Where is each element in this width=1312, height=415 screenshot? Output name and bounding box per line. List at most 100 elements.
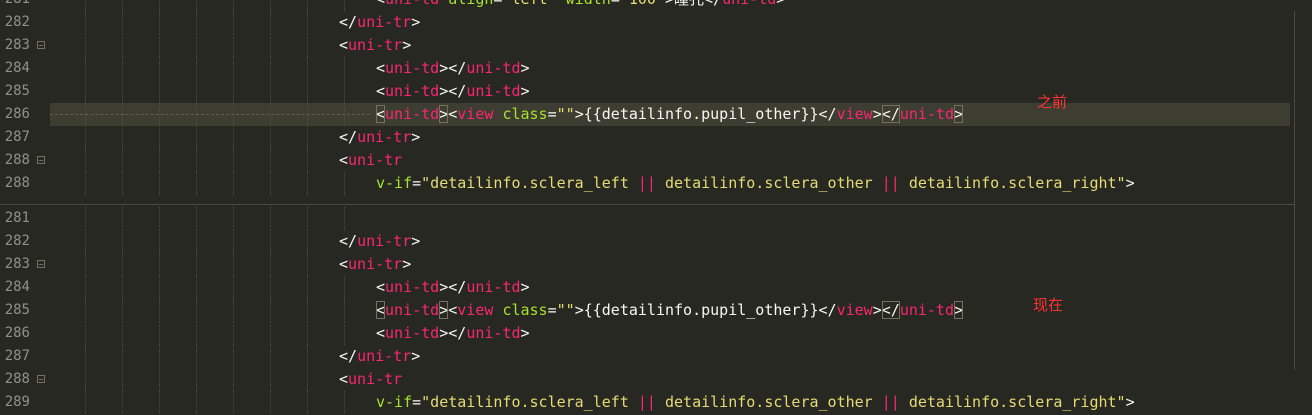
code-line[interactable]: 282 </uni-tr> <box>0 11 1295 34</box>
code-line[interactable]: 285 <uni-td><view class="">{{detailinfo.p… <box>0 299 1295 322</box>
indent-guide <box>270 391 271 414</box>
indent-guide <box>307 207 308 230</box>
indent-guide <box>270 345 271 368</box>
code-line[interactable]: 285 <uni-td></uni-td> <box>0 80 1295 103</box>
attribute-token: v-if <box>376 393 413 411</box>
punctuation-token: ></ <box>439 278 467 296</box>
code-line[interactable]: 288 <uni-tr <box>0 149 1295 172</box>
code-text[interactable]: <uni-td><view class="">{{detailinfo.pupi… <box>376 103 964 126</box>
code-line[interactable]: 286 <uni-td></uni-td> <box>0 322 1295 345</box>
code-line[interactable]: 283 <uni-tr> <box>0 253 1295 276</box>
code-text[interactable]: </uni-tr> <box>339 11 420 34</box>
indent-guide <box>270 368 271 391</box>
code-area: v-if="detailinfo.sclera_left || detailin… <box>50 391 1290 414</box>
code-area: <uni-td align="left" width="100">瞳孔</uni… <box>50 0 1290 11</box>
code-line[interactable]: 281 <uni-td align="left" width="100">瞳孔</… <box>0 0 1295 11</box>
indent-guide <box>122 11 123 34</box>
indent-guide <box>233 230 234 253</box>
indent-guide <box>122 368 123 391</box>
code-text[interactable]: <uni-tr <box>339 149 402 172</box>
indent-guide <box>233 345 234 368</box>
tag-name-token: view <box>836 105 873 123</box>
punctuation-token: </ <box>881 301 900 319</box>
indent-guide <box>270 126 271 149</box>
operator-token: || <box>637 393 656 411</box>
indent-guide <box>85 207 86 230</box>
punctuation-token: </ <box>339 128 358 146</box>
indent-guide <box>122 0 123 11</box>
code-text[interactable]: <uni-tr <box>339 368 402 391</box>
punctuation-token <box>557 0 566 8</box>
punctuation-token: < <box>339 36 349 54</box>
code-line[interactable]: 287 </uni-tr> <box>0 126 1295 149</box>
indent-guide <box>307 322 308 345</box>
indent-guide <box>233 80 234 103</box>
editor-panel-before[interactable]: 281 <uni-td align="left" width="100">瞳孔</… <box>0 0 1295 205</box>
code-text[interactable]: <uni-td></uni-td> <box>376 57 530 80</box>
indent-guide <box>196 322 197 345</box>
indent-guide <box>196 276 197 299</box>
code-line[interactable]: 284 <uni-td></uni-td> <box>0 276 1295 299</box>
code-text[interactable]: </uni-tr> <box>339 126 420 149</box>
indent-guide <box>196 172 197 195</box>
code-line[interactable]: 281 <box>0 207 1295 230</box>
indent-guide <box>159 34 160 57</box>
code-line[interactable]: 289 v-if="detailinfo.sclera_left || detai… <box>0 391 1295 414</box>
code-line[interactable]: 286 <uni-td><view class="">{{detailinfo.p… <box>0 103 1295 126</box>
indent-guide <box>344 322 345 345</box>
indent-guide <box>196 149 197 172</box>
tag-name-token: uni-td <box>385 324 440 342</box>
code-text[interactable]: <uni-td></uni-td> <box>376 80 530 103</box>
line-number: 284 <box>4 279 30 295</box>
indent-guide <box>233 126 234 149</box>
line-number: 284 <box>4 60 30 76</box>
code-text[interactable]: </uni-tr> <box>339 345 420 368</box>
code-line[interactable]: 282 </uni-tr> <box>0 230 1295 253</box>
indent-guide <box>307 11 308 34</box>
code-text[interactable]: <uni-td></uni-td> <box>376 322 530 345</box>
indent-guide <box>233 57 234 80</box>
tag-name-token: uni-td <box>385 278 440 296</box>
code-text[interactable]: <uni-tr> <box>339 253 411 276</box>
fold-toggle-icon[interactable] <box>37 260 45 268</box>
code-line[interactable]: 287 </uni-tr> <box>0 345 1295 368</box>
tag-name-token: uni-tr <box>348 151 403 169</box>
code-text[interactable]: <uni-td><view class="">{{detailinfo.pupi… <box>376 299 964 322</box>
fold-toggle-icon[interactable] <box>37 375 45 383</box>
code-text[interactable]: <uni-tr> <box>339 34 411 57</box>
tag-name-token: uni-tr <box>357 232 412 250</box>
code-line[interactable]: 288 v-if="detailinfo.sclera_left || detai… <box>0 172 1295 195</box>
fold-toggle-icon[interactable] <box>37 41 45 49</box>
line-number: 281 <box>0 0 30 11</box>
indent-guide <box>270 207 271 230</box>
fold-toggle-icon[interactable] <box>37 156 45 164</box>
code-text[interactable]: v-if="detailinfo.sclera_left || detailin… <box>376 172 1135 195</box>
indent-guide <box>85 126 86 149</box>
code-text[interactable]: </uni-tr> <box>339 230 420 253</box>
code-area: <uni-tr <box>50 368 1290 391</box>
indent-guide <box>159 391 160 414</box>
indent-guide <box>270 0 271 11</box>
editor-panel-after[interactable]: 281 282 </uni-tr> 283 <uni-tr> 284 <uni-td></u… <box>0 205 1295 415</box>
punctuation-token: = <box>412 174 422 192</box>
code-text[interactable]: <uni-td align="left" width="100">瞳孔</uni… <box>376 0 785 11</box>
punctuation-token: > <box>402 255 412 273</box>
tag-name-token: uni-td <box>466 59 521 77</box>
indent-guide <box>122 172 123 195</box>
indent-guide <box>196 80 197 103</box>
code-text[interactable]: <uni-td></uni-td> <box>376 276 530 299</box>
punctuation-token: >{{detailinfo.pupil_other}}</ <box>574 105 837 123</box>
indent-guide <box>196 391 197 414</box>
indent-guide <box>233 322 234 345</box>
indent-guide <box>233 34 234 57</box>
code-line[interactable]: 284 <uni-td></uni-td> <box>0 57 1295 80</box>
code-line[interactable]: 283 <uni-tr> <box>0 34 1295 57</box>
punctuation-token: > <box>954 105 964 123</box>
indent-guide <box>270 11 271 34</box>
punctuation-token: > <box>411 128 421 146</box>
code-text[interactable]: v-if="detailinfo.sclera_left || detailin… <box>376 391 1135 414</box>
indent-guide <box>159 253 160 276</box>
tag-name-token: uni-tr <box>357 347 412 365</box>
indent-guide <box>233 0 234 11</box>
code-line[interactable]: 288 <uni-tr <box>0 368 1295 391</box>
